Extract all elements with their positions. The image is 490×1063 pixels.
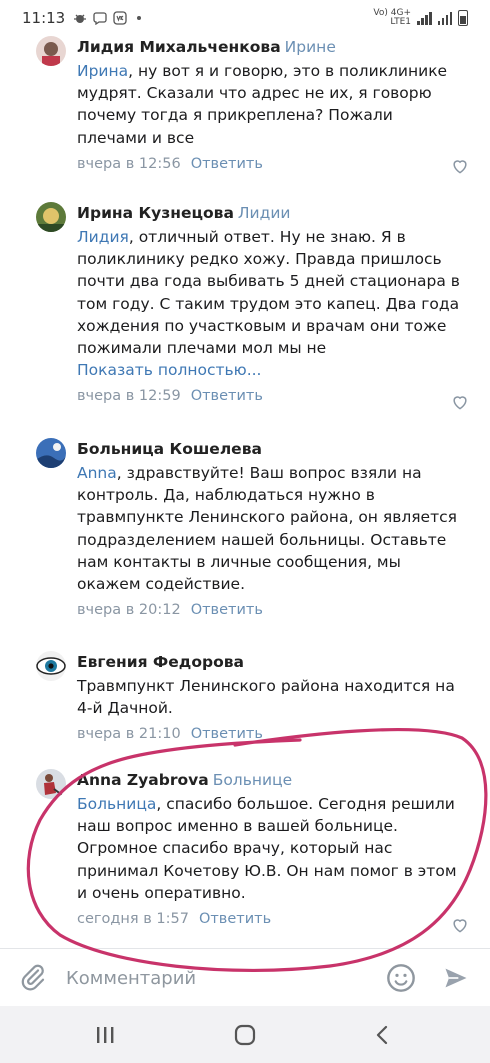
status-right: Vo) 4G+ LTE1 [373, 9, 468, 27]
back-icon[interactable] [368, 1022, 398, 1048]
comment-time: вчера в 20:12 [77, 602, 181, 619]
comment-text: Травмпункт Ленинского района находится н… [77, 677, 455, 718]
home-icon[interactable] [230, 1022, 260, 1048]
viber-icon [93, 12, 107, 25]
avatar[interactable] [36, 769, 66, 799]
heart-icon[interactable] [450, 392, 470, 412]
mention-link[interactable]: Лидия [77, 228, 129, 246]
avatar[interactable] [36, 651, 66, 681]
status-bar: 11:13 Vo) 4G+ LTE1 [0, 0, 490, 36]
avatar[interactable] [36, 36, 66, 66]
status-time: 11:13 [22, 9, 66, 27]
reply-to[interactable]: Больнице [213, 771, 292, 789]
paperclip-icon[interactable] [18, 963, 48, 993]
reply-button[interactable]: Ответить [191, 726, 263, 742]
comment-text: Anna, здравствуйте! Ваш вопрос взяли на … [77, 464, 457, 594]
comment-meta: вчера в 20:12 Ответить [77, 600, 466, 620]
bug-icon [74, 14, 87, 23]
mention-link[interactable]: Anna [77, 464, 117, 482]
reply-button[interactable]: Ответить [199, 911, 271, 927]
battery-icon [458, 10, 468, 26]
reply-button[interactable]: Ответить [191, 388, 263, 404]
network-label: Vo) 4G+ LTE1 [373, 8, 411, 27]
reply-button[interactable]: Ответить [191, 602, 263, 618]
send-icon[interactable] [442, 964, 470, 992]
notification-icons [73, 11, 142, 25]
comment-meta: вчера в 12:59 Ответить [77, 386, 466, 406]
comment-composer [0, 948, 490, 1006]
comment-meta: сегодня в 1:57 Ответить [77, 909, 466, 929]
signal-icon-2 [437, 11, 452, 25]
mention-link[interactable]: Больница [77, 795, 156, 813]
comment-text: Ирина, ну вот я и говорю, это в поликлин… [77, 62, 448, 147]
comment-author[interactable]: Anna Zyabrova Больнице [77, 769, 466, 791]
show-more-link[interactable]: Показать полностью... [77, 359, 466, 381]
heart-icon[interactable] [450, 156, 470, 176]
emoji-icon[interactable] [385, 962, 417, 994]
signal-icon [417, 11, 432, 25]
reply-to[interactable]: Ирине [285, 38, 336, 56]
avatar[interactable] [36, 438, 66, 468]
comment-time: вчера в 12:59 [77, 388, 181, 405]
reply-to[interactable]: Лидии [238, 204, 291, 222]
comment-meta: вчера в 21:10 Ответить [77, 724, 466, 744]
comment-author[interactable]: Ирина Кузнецова Лидии [77, 202, 466, 224]
heart-icon[interactable] [450, 915, 470, 935]
comment-time: вчера в 12:56 [77, 155, 181, 172]
comment-input[interactable] [66, 961, 366, 995]
recent-apps-icon[interactable] [90, 1022, 120, 1048]
comment-text: Больница, спасибо большое. Сегодня решил… [77, 795, 457, 902]
vk-icon [113, 11, 127, 25]
comments-feed[interactable]: Лидия Михальченкова Ирине Ирина, ну вот я… [0, 36, 490, 948]
reply-button[interactable]: Ответить [191, 156, 263, 172]
avatar[interactable] [36, 202, 66, 232]
dot-icon [137, 16, 142, 20]
comment-author[interactable]: Больница Кошелева [77, 438, 466, 460]
comment-time: сегодня в 1:57 [77, 911, 189, 928]
comment-text: Лидия, отличный ответ. Ну не знаю. Я в п… [77, 228, 460, 358]
android-nav-bar [0, 1006, 490, 1063]
comment-author[interactable]: Евгения Федорова [77, 651, 466, 673]
mention-link[interactable]: Ирина [77, 62, 128, 80]
comment-time: вчера в 21:10 [77, 726, 181, 743]
comment-author[interactable]: Лидия Михальченкова Ирине [77, 36, 466, 58]
comment-meta: вчера в 12:56 Ответить [77, 154, 466, 174]
